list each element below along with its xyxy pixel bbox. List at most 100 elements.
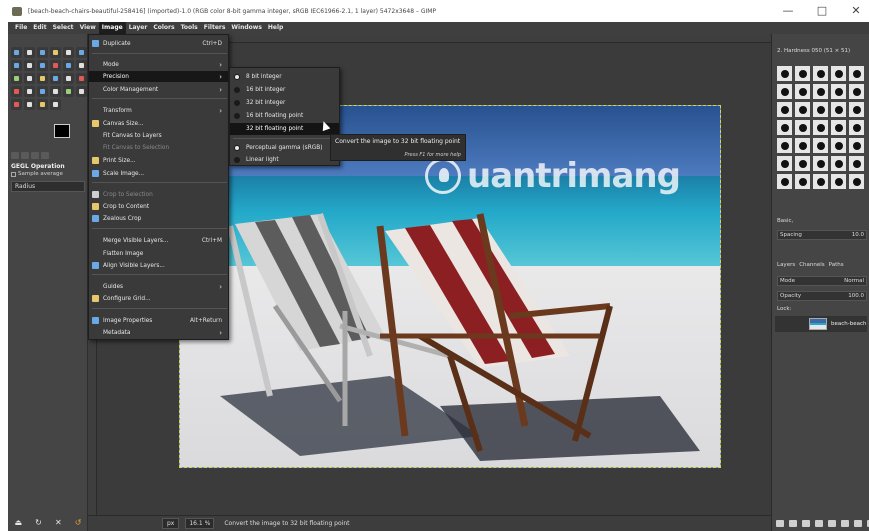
bucket-fill-tool-icon[interactable] (37, 73, 48, 84)
move-tool-icon[interactable] (11, 47, 22, 58)
brush-item[interactable] (795, 156, 810, 171)
brush-item[interactable] (849, 174, 864, 189)
new-layer-icon[interactable] (776, 520, 784, 527)
paths-tool-icon[interactable] (11, 73, 22, 84)
menu-help[interactable]: Help (265, 22, 286, 34)
tab-paths[interactable]: Paths (829, 262, 844, 268)
brush-item[interactable] (813, 66, 828, 81)
anchor-layer-icon[interactable] (841, 520, 849, 527)
opacity-field[interactable]: Opacity 100.0 (777, 291, 867, 301)
eraser-tool-icon[interactable] (11, 86, 22, 97)
images-tab-icon[interactable] (41, 152, 49, 159)
spacing-field[interactable]: Spacing 10.0 (777, 230, 867, 240)
brush-item[interactable] (795, 138, 810, 153)
brush-item[interactable] (849, 156, 864, 171)
precision-16bit-integer[interactable]: 16 bit integer (230, 84, 339, 96)
lasso-tool-icon[interactable] (37, 47, 48, 58)
tool-options-tab-icon[interactable] (11, 152, 19, 159)
warp-tool-icon[interactable] (76, 60, 87, 71)
close-button[interactable]: ✕ (849, 4, 863, 17)
scale-tool-icon[interactable] (11, 60, 22, 71)
sample-average-checkbox[interactable] (11, 171, 16, 177)
image-menu-item-crop-to-content[interactable]: Crop to Content (89, 201, 228, 212)
image-menu-item-merge-visible-layers[interactable]: Merge Visible Layers... Ctrl+M (89, 235, 228, 246)
menu-filters[interactable]: Filters (201, 22, 229, 34)
image-menu-item-print-size[interactable]: Print Size... (89, 155, 228, 166)
fuzzy-select-tool-icon[interactable] (50, 47, 61, 58)
brush-item[interactable] (777, 84, 792, 99)
brush-item[interactable] (849, 102, 864, 117)
brush-item[interactable] (795, 120, 810, 135)
image-menu-item-align-visible-layers[interactable]: Align Visible Layers... (89, 260, 228, 271)
brush-item[interactable] (777, 174, 792, 189)
perspective-tool-icon[interactable] (37, 60, 48, 71)
duplicate-layer-icon[interactable] (828, 520, 836, 527)
brush-item[interactable] (831, 120, 846, 135)
delete-preset-icon[interactable]: ✕ (55, 518, 62, 527)
image-menu-item-color-management[interactable]: Color Management › (89, 84, 228, 95)
text-tool-icon[interactable] (24, 73, 35, 84)
measure-tool-icon[interactable] (24, 99, 35, 110)
brush-item[interactable] (831, 138, 846, 153)
menu-tools[interactable]: Tools (178, 22, 201, 34)
rotate-tool-icon[interactable] (76, 47, 87, 58)
zoom-selector[interactable]: 16.1 % (185, 518, 215, 529)
brush-item[interactable] (849, 66, 864, 81)
radius-field[interactable]: Radius (11, 181, 85, 192)
brush-item[interactable] (849, 84, 864, 99)
image-menu-item-precision[interactable]: Precision › (89, 71, 228, 82)
brush-item[interactable] (849, 138, 864, 153)
brush-item[interactable] (831, 84, 846, 99)
menu-layer[interactable]: Layer (126, 22, 151, 34)
brush-item[interactable] (813, 174, 828, 189)
brush-item[interactable] (777, 102, 792, 117)
precision-32bit-integer[interactable]: 32 bit integer (230, 97, 339, 109)
sample-average-option[interactable]: Sample average (11, 171, 63, 177)
gamma-linear[interactable]: Linear light (230, 154, 339, 166)
reset-icon[interactable]: ↺ (75, 518, 82, 527)
shear-tool-icon[interactable] (24, 60, 35, 71)
maximize-button[interactable]: □ (815, 4, 829, 17)
menu-view[interactable]: View (77, 22, 99, 34)
minimize-button[interactable]: — (781, 4, 795, 17)
color-picker-tool-icon[interactable] (50, 99, 61, 110)
layer-row[interactable]: beach-beach (775, 316, 867, 332)
image-menu-item-guides[interactable]: Guides › (89, 281, 228, 292)
unit-selector[interactable]: px (162, 518, 180, 529)
image-menu-item-fit-canvas-to-layers[interactable]: Fit Canvas to Layers (89, 130, 228, 141)
brush-item[interactable] (813, 156, 828, 171)
foreground-color[interactable] (54, 124, 70, 138)
raise-layer-icon[interactable] (802, 520, 810, 527)
image-menu-item-metadata[interactable]: Metadata › (89, 327, 228, 338)
brush-item[interactable] (813, 138, 828, 153)
menu-windows[interactable]: Windows (228, 22, 264, 34)
layer-mode-select[interactable]: Mode Normal (777, 276, 867, 286)
menu-select[interactable]: Select (50, 22, 77, 34)
undo-history-tab-icon[interactable] (31, 152, 39, 159)
zoom-tool-icon[interactable] (37, 99, 48, 110)
device-status-tab-icon[interactable] (21, 152, 29, 159)
tab-layers[interactable]: Layers (777, 262, 795, 268)
menu-colors[interactable]: Colors (150, 22, 177, 34)
brush-item[interactable] (795, 84, 810, 99)
brush-item[interactable] (831, 66, 846, 81)
gradient-tool-icon[interactable] (50, 73, 61, 84)
flip-tool-icon[interactable] (50, 60, 61, 71)
brush-item[interactable] (849, 120, 864, 135)
brush-item[interactable] (777, 156, 792, 171)
mask-layer-icon[interactable] (854, 520, 862, 527)
brush-item[interactable] (795, 66, 810, 81)
brush-item[interactable] (777, 66, 792, 81)
heal-tool-icon[interactable] (63, 86, 74, 97)
clone-tool-icon[interactable] (50, 86, 61, 97)
smudge-tool-icon[interactable] (76, 86, 87, 97)
restore-preset-icon[interactable]: ↻ (35, 518, 42, 527)
cage-tool-icon[interactable] (63, 60, 74, 71)
rect-select-tool-icon[interactable] (24, 47, 35, 58)
airbrush-tool-icon[interactable] (24, 86, 35, 97)
save-tool-preset-icon[interactable]: ⏏ (15, 518, 23, 527)
dodge-tool-icon[interactable] (11, 99, 22, 110)
brush-item[interactable] (813, 120, 828, 135)
image-menu-item-mode[interactable]: Mode › (89, 59, 228, 70)
menu-edit[interactable]: Edit (30, 22, 49, 34)
